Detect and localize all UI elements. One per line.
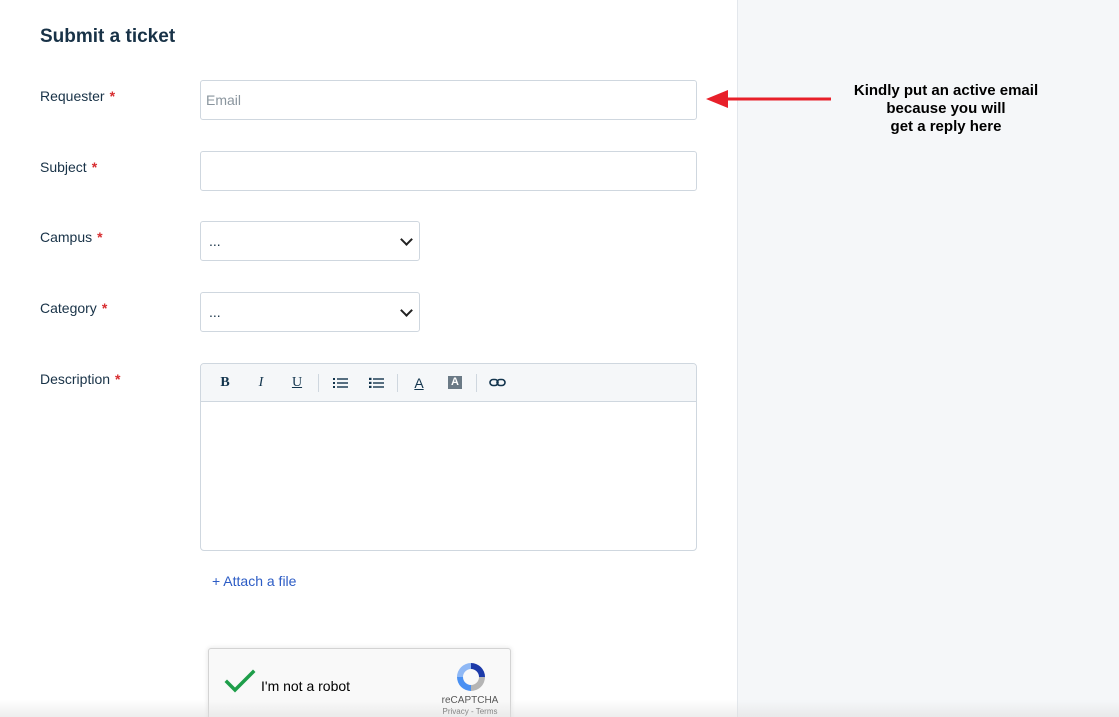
chevron-down-icon [400, 303, 413, 317]
required-asterisk: * [97, 229, 103, 245]
insert-link-button[interactable] [480, 368, 516, 398]
description-textarea[interactable] [201, 402, 696, 550]
attach-file-link[interactable]: + Attach a file [212, 573, 296, 589]
campus-select-value: ... [209, 233, 221, 249]
background-color-button[interactable]: A [437, 368, 473, 398]
category-label-text: Category [40, 300, 97, 316]
red-arrow-icon [706, 90, 831, 108]
chevron-down-icon [400, 232, 413, 246]
editor-toolbar: B I U A A [201, 364, 696, 402]
page-title: Submit a ticket [40, 26, 176, 47]
required-asterisk: * [101, 300, 108, 316]
recaptcha-brand: reCAPTCHA [441, 695, 499, 706]
ticket-form-area: Submit a ticket Requester* Subject* Camp… [0, 0, 737, 717]
campus-label: Campus * [40, 229, 103, 245]
recaptcha-checkbox[interactable] [224, 669, 256, 695]
category-select[interactable]: ... [200, 292, 420, 332]
font-color-icon: A [414, 374, 424, 391]
description-label: Description * [40, 371, 120, 387]
requester-email-input[interactable] [200, 80, 697, 120]
toolbar-divider [318, 373, 319, 392]
recaptcha-logo-icon [457, 663, 485, 691]
annotation-note: Kindly put an active email because you w… [841, 82, 1051, 136]
toolbar-divider [476, 373, 477, 392]
bullet-list-icon [332, 377, 348, 388]
bullet-list-button[interactable] [322, 368, 358, 398]
subject-label: Subject * [40, 159, 97, 175]
bold-icon: B [220, 374, 230, 390]
description-editor: B I U A A [200, 363, 697, 551]
link-icon [489, 378, 506, 386]
recaptcha-widget: I'm not a robot reCAPTCHA Privacy - Term… [208, 648, 511, 717]
toolbar-divider [397, 373, 398, 392]
italic-button[interactable]: I [243, 368, 279, 398]
page: Submit a ticket Requester* Subject* Camp… [0, 0, 1119, 717]
numbered-list-icon [368, 377, 384, 388]
bold-button[interactable]: B [207, 368, 243, 398]
required-asterisk: * [91, 159, 98, 175]
subject-label-text: Subject [40, 159, 87, 175]
background-color-icon: A [448, 376, 462, 389]
category-select-value: ... [209, 304, 221, 320]
checkmark-icon [224, 669, 256, 693]
recaptcha-label: I'm not a robot [261, 678, 351, 694]
italic-icon: I [258, 374, 264, 390]
numbered-list-button[interactable] [358, 368, 394, 398]
required-asterisk: * [109, 88, 116, 104]
annotation-line: because you will [886, 100, 1006, 117]
requester-label-text: Requester [40, 88, 105, 104]
subject-input[interactable] [200, 151, 697, 191]
campus-select[interactable]: ... [200, 221, 420, 261]
underline-button[interactable]: U [279, 368, 315, 398]
underline-icon: U [291, 374, 303, 390]
annotation-line: get a reply here [890, 118, 1002, 135]
campus-label-text: Campus [40, 229, 93, 245]
description-label-text: Description [40, 371, 111, 387]
requester-label: Requester * [40, 88, 115, 104]
required-asterisk: * [115, 371, 121, 387]
recaptcha-privacy-terms[interactable]: Privacy - Terms [435, 707, 505, 716]
font-color-button[interactable]: A [401, 368, 437, 398]
category-label: Category * [40, 300, 107, 316]
annotation-line: Kindly put an active email [853, 82, 1039, 99]
